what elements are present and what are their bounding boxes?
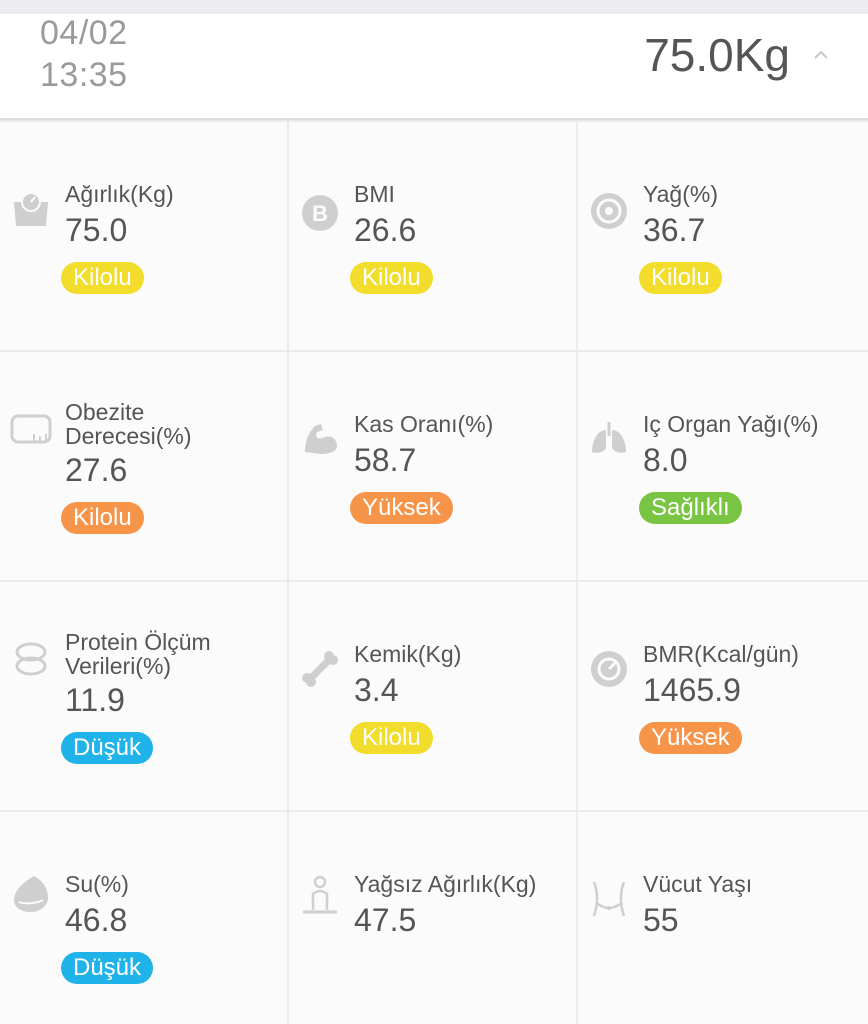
metric-value: 1465.9 xyxy=(643,672,741,708)
metric-card-bmi[interactable]: B BMI 26.6 Kilolu xyxy=(289,122,578,352)
metric-label: Yağsız Ağırlık(Kg) xyxy=(354,871,537,897)
total-weight: 75.0Kg xyxy=(644,29,790,81)
status-badge: Kilolu xyxy=(639,262,722,294)
status-badge: Kilolu xyxy=(350,722,433,754)
metric-card-body-age[interactable]: Vücut Yaşı 55 xyxy=(578,812,868,1024)
metric-label: Iç Organ Yağı(%) xyxy=(643,411,819,437)
chevron-up-icon[interactable] xyxy=(810,44,832,66)
metric-value: 8.0 xyxy=(643,442,688,478)
metric-card-weight[interactable]: Ağırlık(Kg) 75.0 Kilolu xyxy=(0,122,289,352)
metric-card-water[interactable]: Su(%) 46.8 Düşük xyxy=(0,812,289,1024)
metric-card-obesity[interactable]: Obezite Derecesi(%) 27.6 Kilolu xyxy=(0,352,289,582)
metric-value: 58.7 xyxy=(354,442,417,478)
status-badge: Düşük xyxy=(61,952,154,984)
metric-label: Yağ(%) xyxy=(643,181,718,207)
lungs-icon xyxy=(592,422,626,453)
metric-label: Su(%) xyxy=(65,871,129,897)
svg-text:B: B xyxy=(312,201,328,226)
body-age-icon xyxy=(592,881,626,917)
metric-label: Protein Ölçüm Verileri(%) xyxy=(65,629,211,679)
status-badge: Sağlıklı xyxy=(639,492,742,524)
metric-value: 55 xyxy=(643,902,679,938)
metric-label: BMR(Kcal/gün) xyxy=(643,641,799,667)
metric-card-protein[interactable]: Protein Ölçüm Verileri(%) 11.9 Düşük xyxy=(0,582,289,812)
metric-label: BMI xyxy=(354,181,395,207)
status-badge: Kilolu xyxy=(61,502,144,534)
metric-value: 46.8 xyxy=(65,902,128,938)
status-badge: Kilolu xyxy=(61,262,144,294)
water-drop-icon xyxy=(14,876,48,912)
metric-value: 26.6 xyxy=(354,212,417,248)
lean-body-icon xyxy=(303,875,337,914)
measurement-date: 04/02 xyxy=(40,14,128,52)
muscle-icon xyxy=(305,424,337,454)
status-badge: Yüksek xyxy=(350,492,453,524)
bone-icon xyxy=(302,651,338,687)
metric-card-bmr[interactable]: BMR(Kcal/gün) 1465.9 Yüksek xyxy=(578,582,868,812)
metric-card-visceral-fat[interactable]: Iç Organ Yağı(%) 8.0 Sağlıklı xyxy=(578,352,868,582)
metric-card-muscle[interactable]: Kas Oranı(%) 58.7 Yüksek xyxy=(289,352,578,582)
metric-label: Kas Oranı(%) xyxy=(354,411,494,437)
metric-value: 27.6 xyxy=(65,452,128,488)
metrics-grid: Ağırlık(Kg) 75.0 Kilolu B BMI 26.6 Kilol… xyxy=(0,122,868,1024)
scale-icon xyxy=(14,192,48,226)
measurement-header[interactable]: 04/02 13:35 75.0Kg xyxy=(0,14,868,120)
metric-value: 36.7 xyxy=(643,212,706,248)
tape-measure-icon xyxy=(10,414,52,444)
metric-value: 11.9 xyxy=(65,682,125,718)
status-badge: Düşük xyxy=(61,732,154,764)
metric-card-bone[interactable]: Kemik(Kg) 3.4 Kilolu xyxy=(289,582,578,812)
metric-label: Kemik(Kg) xyxy=(354,641,462,667)
metric-label: Vücut Yaşı xyxy=(643,871,753,897)
metric-value: 3.4 xyxy=(354,672,399,708)
bmi-icon: B xyxy=(302,195,338,231)
protein-icon xyxy=(15,642,47,676)
metric-label: Obezite Derecesi(%) xyxy=(65,399,192,449)
metric-value: 75.0 xyxy=(65,212,128,248)
metric-label: Ağırlık(Kg) xyxy=(65,181,174,207)
fat-icon xyxy=(591,193,627,229)
measurement-time: 13:35 xyxy=(40,56,128,94)
metric-card-fat[interactable]: Yağ(%) 36.7 Kilolu xyxy=(578,122,868,352)
status-badge: Kilolu xyxy=(350,262,433,294)
metric-card-lean-mass[interactable]: Yağsız Ağırlık(Kg) 47.5 xyxy=(289,812,578,1024)
bmr-icon xyxy=(591,651,627,687)
status-badge: Yüksek xyxy=(639,722,742,754)
metric-value: 47.5 xyxy=(354,902,417,938)
